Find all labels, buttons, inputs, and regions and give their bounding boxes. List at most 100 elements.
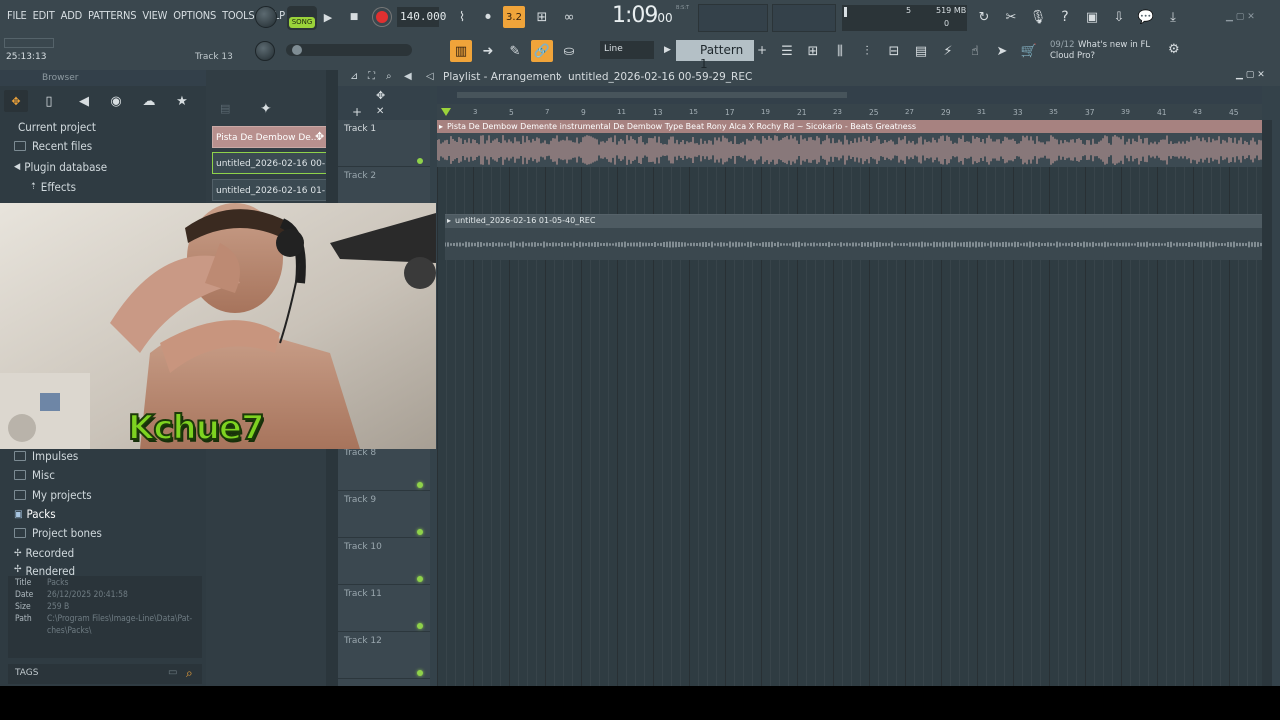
master-volume-knob[interactable]: [255, 6, 277, 28]
search-icon[interactable]: ⌕: [186, 666, 193, 681]
browser-star-icon[interactable]: ★: [171, 90, 193, 112]
settings-icon[interactable]: ⚙: [1168, 42, 1180, 57]
countdown-icon[interactable]: 3.2: [503, 6, 525, 28]
remove-track-icon[interactable]: ✕: [376, 106, 384, 117]
close-window-icon[interactable]: ✕: [1247, 12, 1255, 22]
track-enable-led[interactable]: [417, 158, 423, 164]
stamp-icon[interactable]: ⛀: [558, 40, 580, 62]
pattern-item[interactable]: Pista De Dembow De...: [212, 126, 328, 148]
menu-edit[interactable]: EDIT: [30, 9, 58, 22]
touch-icon[interactable]: ☝: [964, 40, 986, 62]
clip-menu-icon[interactable]: ▸: [447, 216, 451, 225]
playlist-close-icon[interactable]: ✕: [1257, 70, 1265, 80]
track-header[interactable]: Track 11: [338, 585, 430, 632]
pattern-selector[interactable]: Pattern 1: [676, 40, 754, 71]
overview-bar[interactable]: [437, 86, 1262, 104]
cart-icon[interactable]: 🛒: [1018, 40, 1040, 62]
browser-item-recorded[interactable]: ✢ Recorded: [14, 546, 74, 560]
browser-item-packs[interactable]: ▣ Packs: [14, 507, 56, 521]
track-enable-led[interactable]: [417, 623, 423, 629]
record-button[interactable]: [373, 8, 391, 26]
file-icon[interactable]: ▤: [910, 40, 932, 62]
minimize-icon[interactable]: ▁: [1226, 12, 1233, 22]
loop-record-icon[interactable]: ∞: [558, 6, 580, 28]
menu-add[interactable]: ADD: [58, 9, 85, 22]
track-header[interactable]: Track 12: [338, 632, 430, 679]
plugin-picker-icon[interactable]: ⊟: [883, 40, 905, 62]
stop-icon[interactable]: ■: [346, 9, 362, 25]
browser-item-plugin-database[interactable]: ◀ Plugin database: [14, 160, 107, 174]
playlist-minimize-icon[interactable]: ▁: [1236, 70, 1243, 80]
select-tool-icon[interactable]: ⛶: [368, 71, 375, 82]
browser-item-my-projects[interactable]: My projects: [14, 488, 92, 502]
play-icon[interactable]: ▶: [320, 9, 336, 25]
master-slider-handle[interactable]: [292, 45, 302, 55]
tag-folder-icon[interactable]: ▭: [168, 667, 177, 678]
browser-plugin-icon[interactable]: ◉: [105, 90, 127, 112]
link-icon[interactable]: 🔗: [531, 40, 553, 62]
pattern-prev-icon[interactable]: ▶: [664, 45, 671, 55]
browser-item-current-project[interactable]: Current project: [18, 120, 96, 134]
undo-icon[interactable]: ↻: [973, 6, 995, 28]
save-icon[interactable]: ▣: [1081, 6, 1103, 28]
timeline-ruler[interactable]: 3 5 7 9 11 13 15 17 19 21 23 25 27 29 31 33 35 37 39 41 43 45: [437, 104, 1262, 120]
metronome-icon[interactable]: ⌇: [451, 6, 473, 28]
playlist-maximize-icon[interactable]: ▢: [1246, 70, 1255, 80]
mic-icon[interactable]: 🎙: [1027, 6, 1049, 28]
send-icon[interactable]: ➤: [991, 40, 1013, 62]
cut-icon[interactable]: ✂: [1000, 6, 1022, 28]
browser-all-icon[interactable]: ✥: [4, 90, 28, 112]
wait-input-icon[interactable]: ⏺: [477, 6, 499, 28]
browser-item-recent-files[interactable]: Recent files: [14, 139, 92, 153]
browser-cloud-icon[interactable]: ☁: [138, 90, 160, 112]
sliders-icon[interactable]: ⫶: [856, 40, 878, 62]
plug-icon[interactable]: ⚡: [937, 40, 959, 62]
arrow-icon[interactable]: ➜: [477, 40, 499, 62]
clip-menu-icon[interactable]: ▸: [439, 122, 443, 131]
playlist-icon[interactable]: ☰: [776, 40, 798, 62]
piano-roll-icon[interactable]: ▥: [450, 40, 472, 62]
pattern-options-icon[interactable]: ✥: [315, 130, 324, 143]
maximize-icon[interactable]: ▢: [1236, 12, 1245, 22]
blend-notes-icon[interactable]: ⊞: [531, 6, 553, 28]
pattern-item[interactable]: untitled_2026-02-16 00-...: [212, 152, 328, 174]
menu-tools[interactable]: TOOLS: [219, 9, 257, 22]
zoom-tool-icon[interactable]: ⌕: [386, 71, 392, 82]
track-enable-led[interactable]: [417, 576, 423, 582]
track-header[interactable]: Track 9: [338, 491, 430, 538]
snap-select[interactable]: Line: [600, 41, 654, 59]
pencil-icon[interactable]: ✎: [504, 40, 526, 62]
news-line-1[interactable]: What's new in FL: [1078, 40, 1150, 50]
browser-audio-icon[interactable]: ◀: [73, 90, 95, 112]
add-pattern-icon[interactable]: +: [757, 43, 767, 57]
horizontal-scroll-thumb[interactable]: [457, 92, 847, 98]
browser-item-effects[interactable]: ⇡ Effects: [30, 180, 76, 194]
browser-file-icon[interactable]: ▯: [38, 90, 60, 112]
track-header[interactable]: Track 8: [338, 444, 430, 491]
track-enable-led[interactable]: [417, 482, 423, 488]
playhead-marker[interactable]: [441, 108, 451, 116]
menu-patterns[interactable]: PATTERNS: [85, 9, 139, 22]
browser-item-project-bones[interactable]: Project bones: [14, 526, 102, 540]
mixer-icon[interactable]: ⫼: [829, 40, 851, 62]
menu-options[interactable]: OPTIONS: [170, 9, 219, 22]
track-enable-led[interactable]: [417, 670, 423, 676]
news-line-2[interactable]: Cloud Pro?: [1050, 51, 1095, 61]
browser-item-misc[interactable]: Misc: [14, 468, 55, 482]
slice-tool-icon[interactable]: ⊿: [350, 71, 358, 82]
master-pitch-knob[interactable]: [255, 41, 275, 61]
audio-clip[interactable]: Pista De Dembow Demente instrumental De …: [437, 120, 1262, 167]
waveform-toggle-icon[interactable]: ✦: [260, 101, 272, 117]
pat-song-switch[interactable]: SONG: [287, 6, 317, 30]
menu-file[interactable]: FILE: [4, 9, 30, 22]
browser-item-impulses[interactable]: Impulses: [14, 449, 78, 463]
channel-rack-icon[interactable]: ⊞: [802, 40, 824, 62]
playlist-grid[interactable]: Pista De Dembow Demente instrumental De …: [437, 120, 1262, 686]
pattern-item[interactable]: untitled_2026-02-16 01-...: [212, 179, 328, 201]
download-icon[interactable]: ⤓: [1162, 6, 1184, 28]
help-icon[interactable]: ?: [1054, 6, 1076, 28]
chat-icon[interactable]: 💬: [1135, 6, 1157, 28]
tempo-display[interactable]: 140.000: [397, 7, 446, 27]
vertical-scrollbar[interactable]: [1262, 120, 1272, 686]
add-track-icon[interactable]: +: [352, 105, 362, 119]
